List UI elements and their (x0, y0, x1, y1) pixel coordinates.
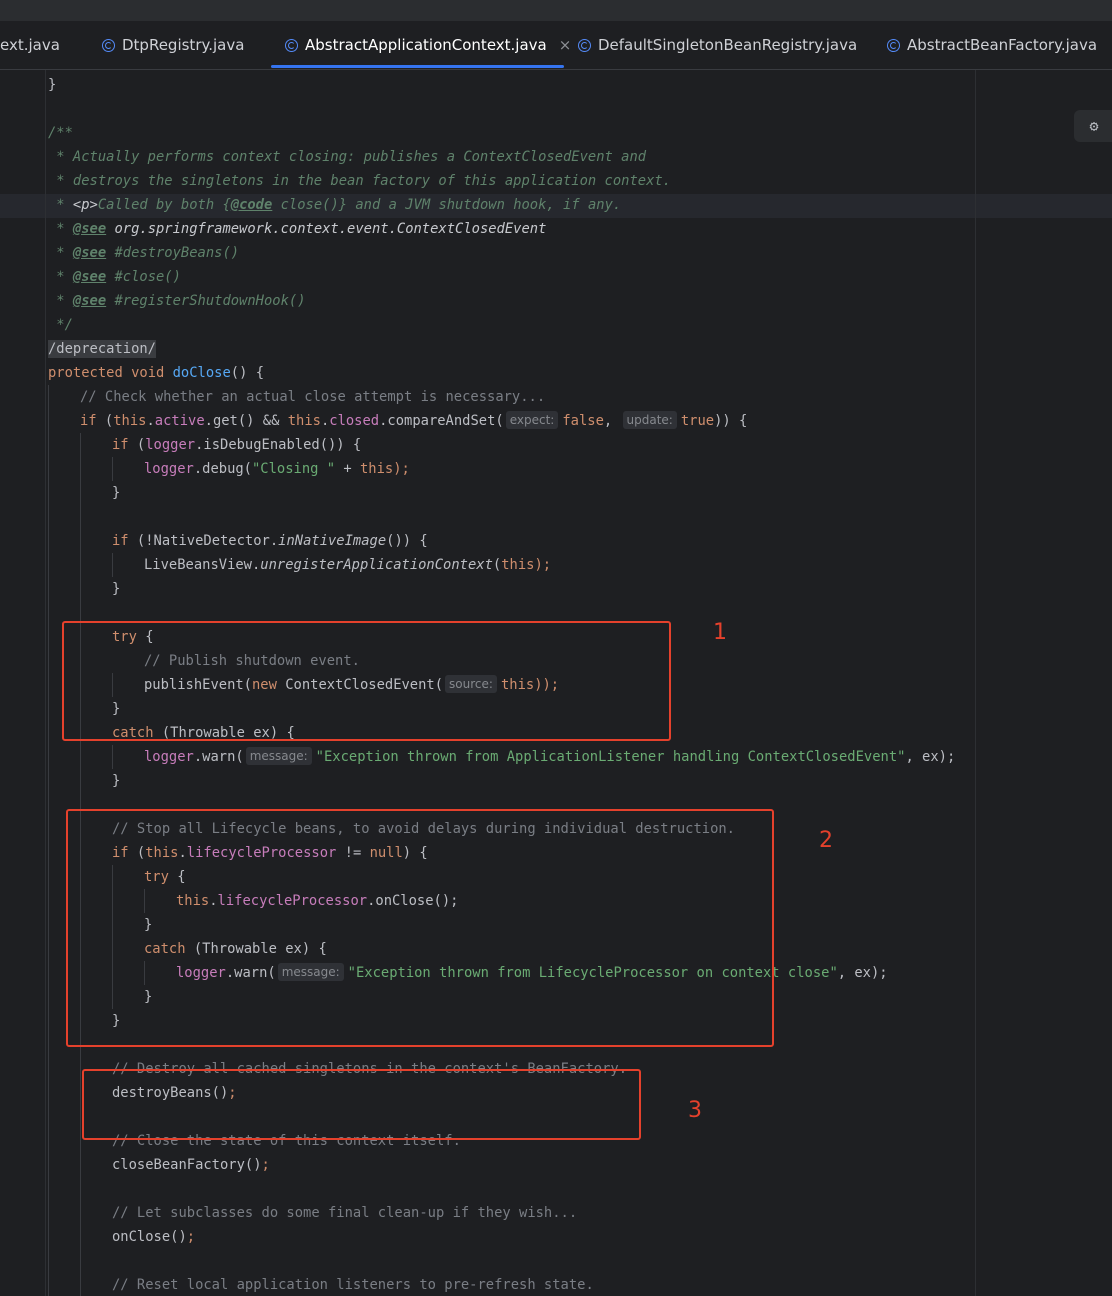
title-bar (0, 0, 1112, 21)
editor-tab-bar: ext.java DtpRegistry.java AbstractApplic… (0, 21, 1112, 70)
parameter-hint: update: (622, 411, 677, 429)
class-icon (102, 38, 115, 52)
annotation-label-2: 2 (819, 828, 833, 853)
code-line: } (112, 581, 121, 597)
code-line: * @see #close() (48, 269, 181, 285)
tab-label: ext.java (0, 36, 60, 54)
annotation-label-1: 1 (713, 620, 727, 645)
code-comment: // Let subclasses do some final clean-up… (112, 1205, 578, 1221)
method-signature: protected void doClose() { (48, 365, 265, 381)
right-margin-guide (975, 70, 976, 1296)
code-line: if (logger.isDebugEnabled()) { (112, 437, 362, 453)
tab-abstractbeanfactory-java[interactable]: AbstractBeanFactory.java (887, 21, 1097, 69)
code-line: if (this.active.get() && this.closed.com… (80, 411, 748, 429)
deprecation-annotation: /deprecation/ (48, 340, 156, 358)
tab-ext-java[interactable]: ext.java (0, 21, 60, 69)
tab-defaultsingletonbeanregistry-java[interactable]: DefaultSingletonBeanRegistry.java (578, 21, 857, 69)
tab-label: AbstractBeanFactory.java (907, 36, 1098, 54)
annotation-label-3: 3 (688, 1098, 702, 1123)
class-icon (578, 38, 591, 52)
ai-assistant-icon[interactable]: ⚙ (1074, 110, 1112, 142)
class-icon (887, 38, 900, 52)
code-line: * @see org.springframework.context.event… (48, 221, 547, 237)
code-comment: // Check whether an actual close attempt… (80, 389, 546, 405)
code-line: * destroys the singletons in the bean fa… (48, 173, 671, 189)
close-icon[interactable]: × (559, 36, 572, 54)
code-line: * @see #registerShutdownHook() (48, 293, 306, 309)
gutter-divider (45, 70, 46, 1296)
tab-dtpregistry-java[interactable]: DtpRegistry.java (102, 21, 244, 69)
code-line: LiveBeansView.unregisterApplicationConte… (144, 557, 552, 573)
code-line: } (112, 773, 121, 789)
code-line: * @see #destroyBeans() (48, 245, 240, 261)
tab-abstractapplicationcontext-java[interactable]: AbstractApplicationContext.java × (285, 21, 571, 69)
code-line: * Actually performs context closing: pub… (48, 149, 647, 165)
tab-label: DtpRegistry.java (122, 36, 245, 54)
parameter-hint: message: (245, 747, 312, 765)
annotation-box-3 (82, 1069, 641, 1140)
tab-label: AbstractApplicationContext.java (305, 36, 547, 54)
code-line: if (!NativeDetector.inNativeImage()) { (112, 533, 428, 549)
annotation-box-2 (66, 809, 774, 1047)
code-comment: // Reset local application listeners to … (112, 1277, 594, 1293)
parameter-hint: expect: (505, 411, 559, 429)
class-icon (285, 38, 298, 52)
active-tab-indicator (271, 65, 564, 68)
code-line: * <p>Called by both {@code close()} and … (48, 197, 622, 213)
code-line: logger.debug("Closing " + this); (144, 461, 410, 477)
code-line: } (112, 485, 121, 501)
code-line: logger.warn(message: "Exception thrown fr… (144, 747, 956, 765)
tab-label: DefaultSingletonBeanRegistry.java (598, 36, 858, 54)
annotation-box-1 (62, 621, 671, 741)
code-line: } (48, 77, 57, 93)
code-line: closeBeanFactory(); (112, 1157, 270, 1173)
code-line: onClose(); (112, 1229, 196, 1245)
code-line: */ (48, 317, 73, 333)
code-line: /** (48, 125, 73, 141)
